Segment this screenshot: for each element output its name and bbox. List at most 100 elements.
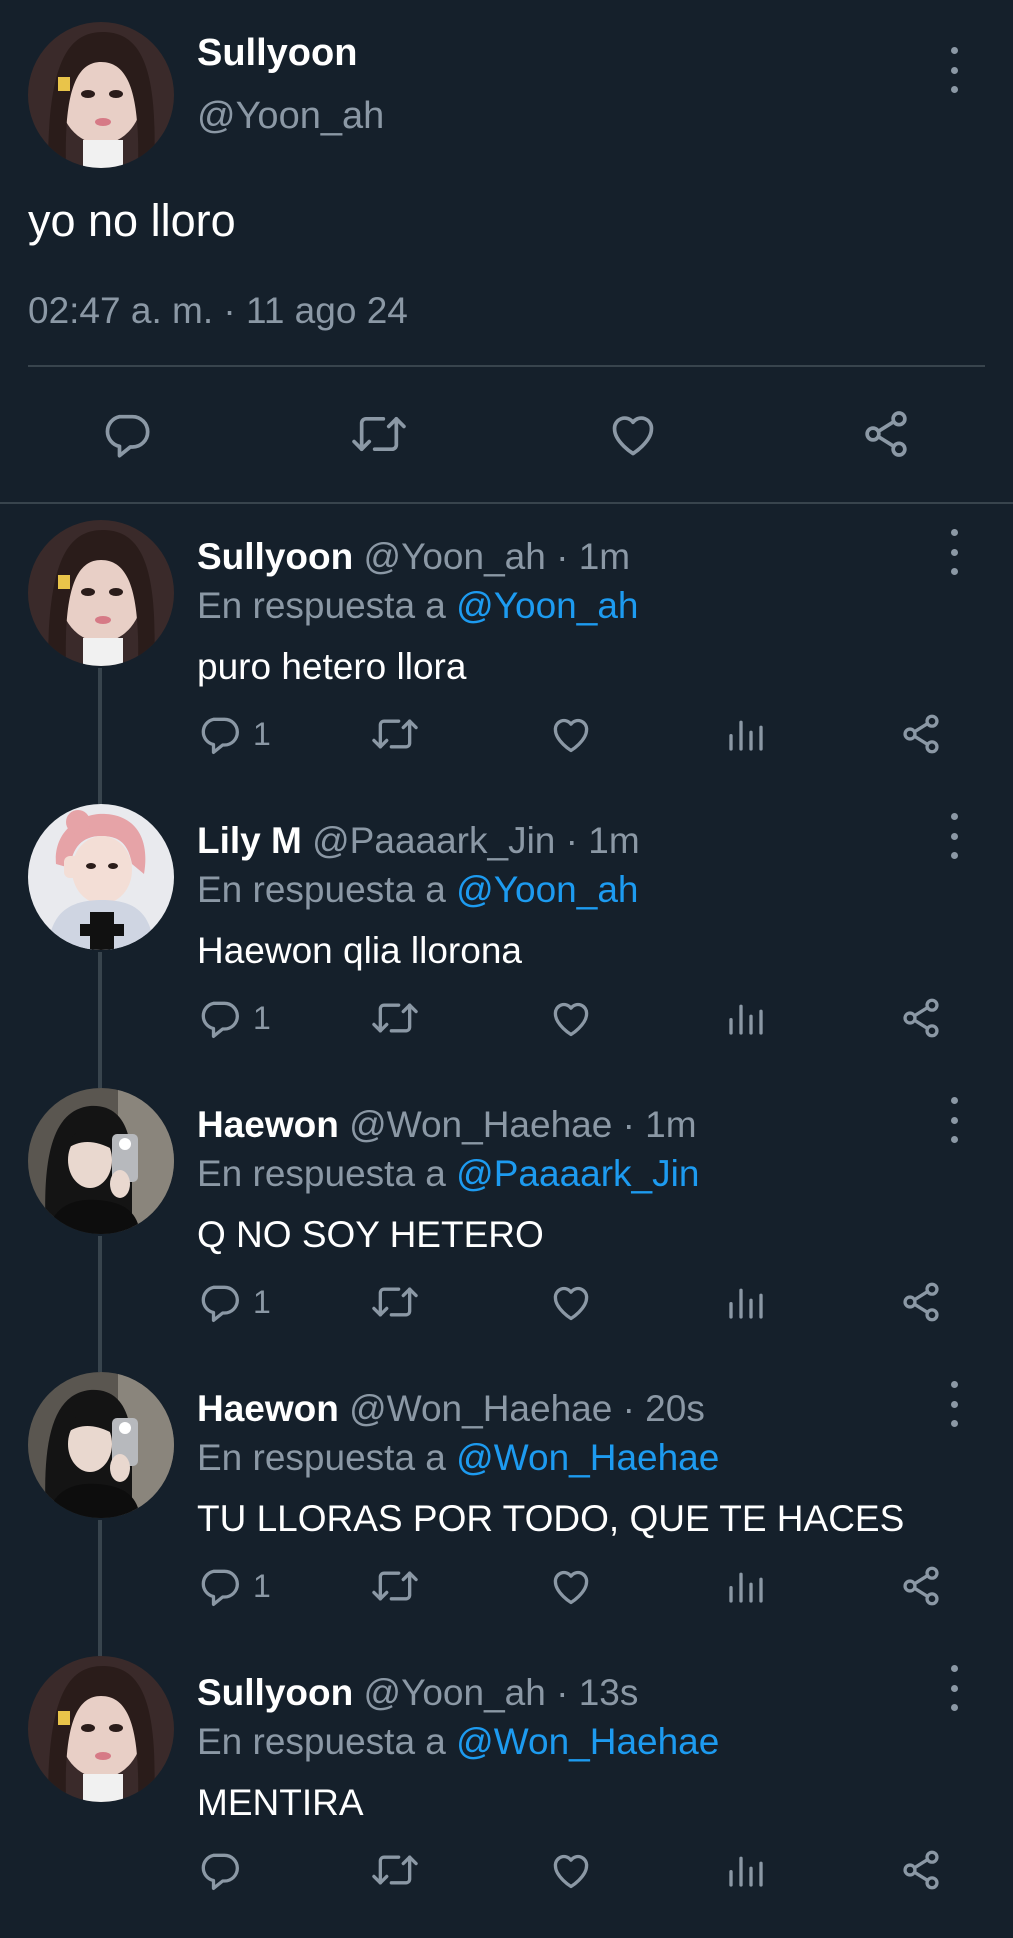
tweet-text: yo no lloro [28, 195, 236, 246]
mention-link[interactable]: @Yoon_ah [456, 585, 638, 626]
more-vertical-icon[interactable] [944, 47, 964, 93]
views-icon [726, 1280, 766, 1324]
reply-button[interactable]: 1 [197, 996, 271, 1040]
share-button[interactable] [899, 712, 943, 756]
like-button[interactable] [549, 1280, 593, 1324]
author-name[interactable]: Sullyoon [197, 32, 357, 75]
more-vertical-icon[interactable] [944, 813, 964, 859]
avatar[interactable] [28, 22, 174, 168]
reply-text: puro hetero llora [197, 646, 467, 687]
share-button[interactable] [899, 1564, 943, 1608]
share-icon [858, 408, 914, 460]
share-icon [899, 1280, 943, 1324]
avatar[interactable] [28, 1372, 174, 1518]
retweet-button[interactable] [370, 712, 420, 756]
avatar[interactable] [28, 804, 174, 950]
more-vertical-icon[interactable] [944, 1665, 964, 1711]
author-handle[interactable]: @Yoon_ah [197, 95, 384, 138]
mention-link[interactable]: @Paaaark_Jin [456, 1153, 699, 1194]
like-button[interactable] [549, 996, 593, 1040]
main-tweet: Sullyoon @Yoon_ah yo no lloro 02:47 a. m… [0, 0, 1013, 505]
reply-count: 1 [253, 715, 271, 752]
retweet-button[interactable] [370, 996, 420, 1040]
replying-to: En respuesta a @Yoon_ah [197, 869, 638, 911]
divider [28, 365, 985, 367]
reply-button[interactable]: 1 [197, 1564, 271, 1608]
replying-to-label: En respuesta a [197, 585, 446, 626]
reply-count: 1 [253, 999, 271, 1036]
like-button[interactable] [606, 408, 660, 460]
author-handle[interactable]: @Won_Haehae [349, 1104, 612, 1145]
heart-icon [549, 996, 593, 1040]
reply-header: Sullyoon @Yoon_ah · 1m [197, 536, 630, 578]
author-name[interactable]: Haewon [197, 1104, 339, 1145]
reply-tweet[interactable]: Sullyoon @Yoon_ah · 13s En respuesta a @… [0, 1654, 1013, 1938]
more-vertical-icon[interactable] [944, 1381, 964, 1427]
author-handle[interactable]: @Yoon_ah [364, 536, 546, 577]
views-icon [726, 1848, 766, 1892]
replying-to-label: En respuesta a [197, 1721, 446, 1762]
share-button[interactable] [858, 408, 914, 460]
retweet-button[interactable] [370, 1564, 420, 1608]
reply-tweet[interactable]: Sullyoon @Yoon_ah · 1m En respuesta a @Y… [0, 518, 1013, 802]
reply-count: 1 [253, 1567, 271, 1604]
avatar[interactable] [28, 1088, 174, 1234]
reply-button[interactable] [98, 408, 154, 460]
retweet-button[interactable] [348, 408, 410, 460]
reply-header: Lily M @Paaaark_Jin · 1m [197, 820, 640, 862]
reply-header: Haewon @Won_Haehae · 1m [197, 1104, 697, 1146]
comment-icon [197, 1280, 241, 1324]
views-icon [726, 1564, 766, 1608]
reply-tweet[interactable]: Haewon @Won_Haehae · 1m En respuesta a @… [0, 1086, 1013, 1370]
reply-tweet[interactable]: Lily M @Paaaark_Jin · 1m En respuesta a … [0, 802, 1013, 1086]
retweet-button[interactable] [370, 1280, 420, 1324]
share-icon [899, 712, 943, 756]
replying-to: En respuesta a @Yoon_ah [197, 585, 638, 627]
reply-text: Q NO SOY HETERO [197, 1214, 544, 1255]
author-name[interactable]: Lily M [197, 820, 302, 861]
share-icon [899, 1564, 943, 1608]
reply-tweet[interactable]: Haewon @Won_Haehae · 20s En respuesta a … [0, 1370, 1013, 1654]
reply-count: 1 [253, 1283, 271, 1320]
views-button[interactable] [726, 1280, 766, 1324]
author-handle[interactable]: @Won_Haehae [349, 1388, 612, 1429]
more-vertical-icon[interactable] [944, 529, 964, 575]
like-button[interactable] [549, 1564, 593, 1608]
views-button[interactable] [726, 712, 766, 756]
heart-icon [606, 408, 660, 460]
author-handle[interactable]: @Yoon_ah [364, 1672, 546, 1713]
author-name[interactable]: Sullyoon [197, 536, 353, 577]
retweet-button[interactable] [370, 1848, 420, 1892]
reply-button[interactable]: 1 [197, 712, 271, 756]
views-button[interactable] [726, 1848, 766, 1892]
author-handle[interactable]: @Paaaark_Jin [312, 820, 555, 861]
views-button[interactable] [726, 1564, 766, 1608]
share-button[interactable] [899, 996, 943, 1040]
reply-button[interactable]: 1 [197, 1280, 271, 1324]
heart-icon [549, 1848, 593, 1892]
share-icon [899, 1848, 943, 1892]
like-button[interactable] [549, 712, 593, 756]
share-button[interactable] [899, 1280, 943, 1324]
author-name[interactable]: Haewon [197, 1388, 339, 1429]
more-vertical-icon[interactable] [944, 1097, 964, 1143]
mention-link[interactable]: @Won_Haehae [456, 1721, 719, 1762]
reply-text: Haewon qlia llorona [197, 930, 522, 971]
mention-link[interactable]: @Yoon_ah [456, 869, 638, 910]
retweet-icon [370, 1280, 420, 1324]
like-button[interactable] [549, 1848, 593, 1892]
reply-button[interactable] [197, 1848, 253, 1892]
author-name[interactable]: Sullyoon [197, 1672, 353, 1713]
avatar[interactable] [28, 1656, 174, 1802]
mention-link[interactable]: @Won_Haehae [456, 1437, 719, 1478]
views-button[interactable] [726, 996, 766, 1040]
share-icon [899, 996, 943, 1040]
heart-icon [549, 712, 593, 756]
replying-to-label: En respuesta a [197, 869, 446, 910]
share-button[interactable] [899, 1848, 943, 1892]
retweet-icon [370, 1564, 420, 1608]
replying-to-label: En respuesta a [197, 1153, 446, 1194]
comment-icon [98, 408, 154, 460]
reply-time: · 20s [622, 1388, 705, 1429]
avatar[interactable] [28, 520, 174, 666]
